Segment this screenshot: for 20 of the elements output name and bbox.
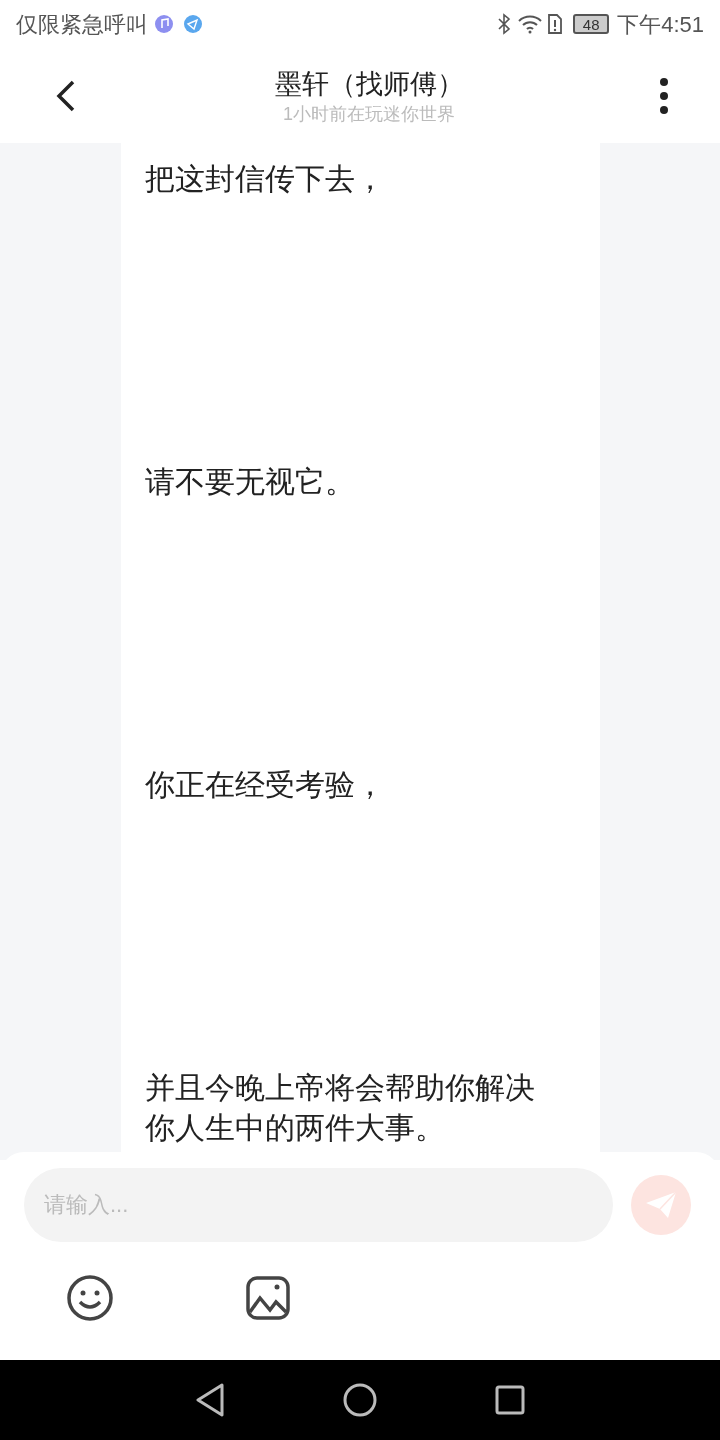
back-nav-icon[interactable] [195,1383,225,1417]
clock-text: 下午4:51 [617,10,704,39]
image-icon[interactable] [246,1276,290,1320]
letter-text: 并且今晚上帝将会帮助你解决你人生中的两件大事。 [144,1070,536,1146]
chat-subtitle: 1小时前在玩迷你世界 [283,102,455,126]
paper-plane-icon [644,1190,678,1220]
emoji-icon[interactable] [66,1274,114,1322]
chat-title: 墨轩（找师傅） [274,67,464,101]
message-input[interactable]: 请输入... [24,1168,613,1242]
sim-alert-icon [547,13,564,35]
more-button[interactable] [658,77,670,114]
letter-text: 把这封信传下去， [144,161,386,197]
battery-icon: 48 [573,14,610,34]
wifi-icon [517,14,544,34]
letter-text: 你正在经受考验， [144,767,386,803]
home-nav-icon[interactable] [343,1383,377,1417]
recents-nav-icon[interactable] [495,1385,525,1415]
bluetooth-icon [497,13,512,35]
letter-text: 请不要无视它。 [144,464,356,500]
carrier-text: 仅限紧急呼叫 [16,10,148,39]
